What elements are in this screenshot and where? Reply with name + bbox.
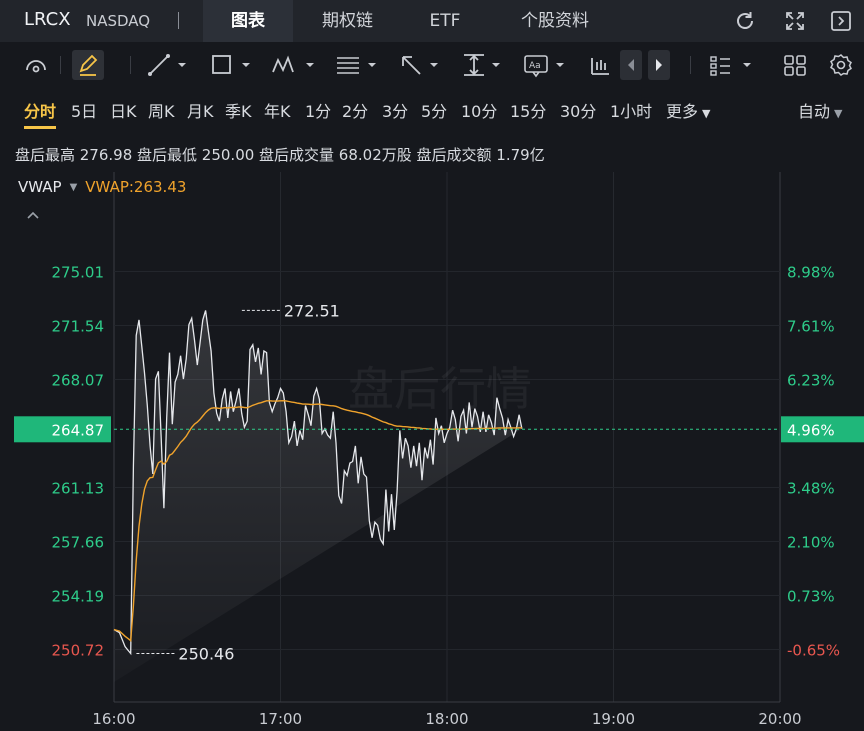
y-tick-label-right: -0.65% xyxy=(787,642,840,660)
min-price-label: 250.46 xyxy=(178,645,234,664)
max-price-label: 272.51 xyxy=(284,301,340,320)
y-tick-label-left: 268.07 xyxy=(52,372,105,390)
y-tick-label-left: 254.19 xyxy=(52,588,105,606)
y-tick-label-right: 8.98% xyxy=(787,264,835,282)
x-tick-label: 16:00 xyxy=(92,710,135,728)
x-tick-label: 18:00 xyxy=(425,710,468,728)
x-tick-label: 19:00 xyxy=(592,710,635,728)
price-chart[interactable]: 盘后行情 16:00 17:00 18:00 19:00 20:00 275.01 8.98… xyxy=(0,0,864,731)
watermark: 盘后行情 xyxy=(348,362,532,416)
y-tick-label-left: 250.72 xyxy=(52,642,105,660)
y-tick-label-right: 2.10% xyxy=(787,534,835,552)
x-tick-label: 17:00 xyxy=(259,710,302,728)
vwap-legend[interactable]: VWAP ▼ VWAP:263.43 xyxy=(18,178,186,196)
collapse-icon[interactable] xyxy=(26,208,40,224)
current-pct-label: 4.96% xyxy=(787,421,835,439)
y-tick-label-right: 3.48% xyxy=(787,480,835,498)
y-tick-label-left: 275.01 xyxy=(52,264,105,282)
vwap-value: VWAP:263.43 xyxy=(85,178,187,196)
chevron-down-icon: ▼ xyxy=(69,182,78,193)
y-tick-label-left: 257.66 xyxy=(52,534,105,552)
y-tick-label-right: 0.73% xyxy=(787,588,835,606)
x-tick-label: 20:00 xyxy=(758,710,801,728)
y-tick-label-right: 7.61% xyxy=(787,318,835,336)
y-tick-label-left: 261.13 xyxy=(52,480,105,498)
current-price-label: 264.87 xyxy=(52,421,105,439)
y-tick-label-right: 6.23% xyxy=(787,372,835,390)
vwap-name: VWAP xyxy=(18,178,62,196)
y-tick-label-left: 271.54 xyxy=(52,318,105,336)
